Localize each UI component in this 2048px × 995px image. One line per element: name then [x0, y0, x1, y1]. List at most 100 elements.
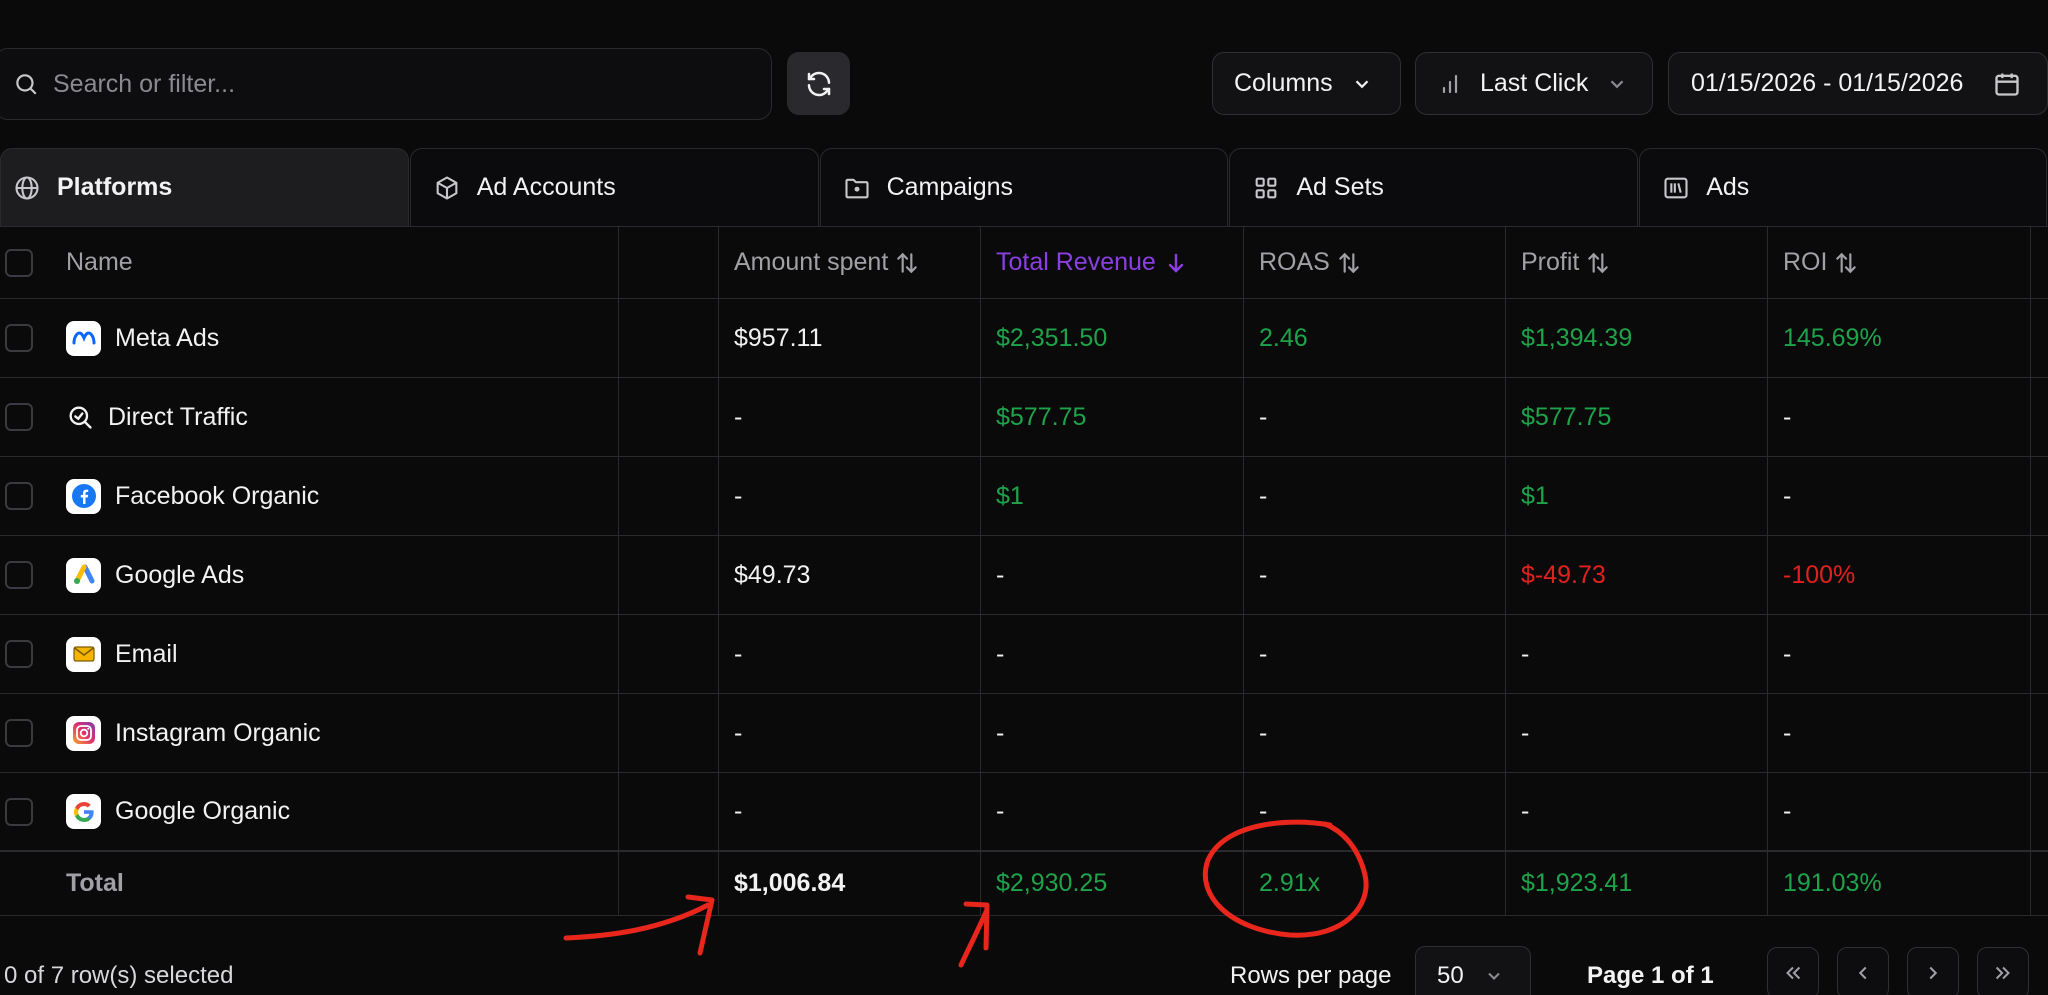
columns-button[interactable]: Columns — [1212, 52, 1401, 115]
search-field[interactable] — [0, 48, 772, 120]
total-revenue-cell: $577.75 — [996, 402, 1087, 431]
header-amount-spent[interactable]: Amount spent — [734, 227, 920, 298]
table-row[interactable]: Google Organic - - - - - — [0, 773, 2048, 852]
instagram-logo-icon — [66, 715, 101, 751]
tab-ad-sets[interactable]: Ad Sets — [1229, 148, 1639, 226]
tab-label: Ad Accounts — [476, 173, 616, 201]
previous-page-button[interactable] — [1837, 947, 1889, 995]
refresh-icon — [807, 71, 830, 96]
next-page-button[interactable] — [1907, 947, 1959, 995]
calendar-icon — [1995, 73, 2020, 96]
row-checkbox[interactable] — [5, 640, 33, 668]
profit-cell: $577.75 — [1521, 402, 1612, 431]
tab-label: Platforms — [57, 173, 173, 201]
header-total-revenue[interactable]: Total Revenue — [996, 227, 1188, 298]
first-page-button[interactable] — [1767, 947, 1819, 995]
chevron-down-icon — [1487, 972, 1500, 980]
search-icon — [16, 74, 37, 95]
table-row[interactable]: Google Ads $49.73 - - $-49.73 -100% — [0, 536, 2048, 615]
platform-name-cell: Google Organic — [66, 773, 290, 850]
roas-cell: - — [1259, 481, 1268, 510]
total-revenue: $2,930.25 — [996, 869, 1108, 897]
row-checkbox[interactable] — [5, 719, 33, 747]
roi-cell: - — [1783, 797, 1792, 825]
total-row: Total $1,006.84 $2,930.25 2.91x $1,923.4… — [0, 852, 2048, 916]
sort-icon — [1339, 252, 1359, 273]
amount-spent-cell: - — [734, 718, 743, 747]
roas-cell: - — [1259, 402, 1268, 431]
refresh-button[interactable] — [787, 52, 850, 115]
row-checkbox[interactable] — [5, 561, 33, 589]
header-roas[interactable]: ROAS — [1259, 227, 1362, 298]
platform-name: Instagram Organic — [115, 718, 321, 747]
chevron-left-icon — [1858, 966, 1867, 980]
row-checkbox[interactable] — [5, 403, 33, 431]
amount-spent-cell: - — [734, 481, 743, 510]
columns-label: Columns — [1234, 69, 1333, 97]
platform-name: Email — [115, 639, 178, 668]
table-row[interactable]: Email - - - - - — [0, 615, 2048, 694]
globe-icon — [15, 175, 39, 200]
chevron-right-icon — [1929, 966, 1938, 980]
entity-tabs: Platforms Ad Accounts Campaigns Ad Sets … — [0, 148, 2048, 226]
tab-label: Ad Sets — [1296, 173, 1384, 201]
row-checkbox[interactable] — [5, 482, 33, 510]
header-profit[interactable]: Profit — [1521, 227, 1611, 298]
table-row[interactable]: Instagram Organic - - - - - — [0, 694, 2048, 773]
header-label: Total Revenue — [996, 248, 1156, 276]
date-range-picker[interactable]: 01/15/2026 - 01/15/2026 — [1668, 52, 2048, 115]
total-revenue-cell: - — [996, 797, 1005, 825]
tab-label: Campaigns — [886, 173, 1014, 201]
annotation-arrow — [958, 909, 989, 968]
header-label: Name — [66, 248, 133, 276]
last-page-button[interactable] — [1977, 947, 2029, 995]
tab-platforms[interactable]: Platforms — [0, 148, 409, 226]
platform-name: Direct Traffic — [108, 402, 248, 431]
platform-name-cell: Direct Traffic — [66, 378, 248, 456]
total-revenue-cell: $2,351.50 — [996, 323, 1108, 352]
table-header-row: Name Amount spent Total Revenue ROAS Pro… — [0, 226, 2048, 299]
row-checkbox[interactable] — [5, 324, 33, 352]
chevrons-right-icon — [1995, 966, 2010, 980]
header-name[interactable]: Name — [66, 227, 133, 298]
selection-count: 0 of 7 row(s) selected — [4, 962, 234, 989]
table-row[interactable]: Direct Traffic - $577.75 - $577.75 - — [0, 378, 2048, 457]
roas-cell: 2.46 — [1259, 323, 1308, 352]
select-all-checkbox[interactable] — [5, 249, 33, 277]
search-input[interactable] — [53, 69, 733, 99]
profit-cell: - — [1521, 718, 1530, 747]
google-logo-icon — [66, 794, 101, 829]
header-label: ROAS — [1259, 248, 1330, 276]
roi-cell: - — [1783, 402, 1792, 431]
roas-cell: - — [1259, 718, 1268, 747]
direct-traffic-icon — [69, 406, 92, 429]
attribution-model-select[interactable]: Last Click — [1415, 52, 1653, 115]
total-label: Total — [66, 869, 124, 897]
bar-chart-icon — [1442, 74, 1458, 93]
row-checkbox[interactable] — [5, 798, 33, 826]
total-roas: 2.91x — [1259, 869, 1321, 897]
tab-campaigns[interactable]: Campaigns — [819, 148, 1229, 226]
sort-icon — [897, 252, 918, 273]
table-row[interactable]: Facebook Organic - $1 - $1 - — [0, 457, 2048, 536]
tab-label: Ads — [1706, 173, 1750, 201]
amount-spent-cell: $957.11 — [734, 323, 823, 352]
page-indicator: Page 1 of 1 — [1587, 962, 1714, 989]
header-roi[interactable]: ROI — [1783, 227, 1859, 298]
total-amount-spent: $1,006.84 — [734, 869, 846, 897]
amount-spent-cell: - — [734, 402, 743, 431]
total-profit: $1,923.41 — [1521, 869, 1633, 897]
google-ads-logo-icon — [66, 557, 101, 593]
table-row[interactable]: Meta Ads $957.11 $2,351.50 2.46 $1,394.3… — [0, 299, 2048, 378]
folder-icon — [845, 178, 869, 198]
platform-name-cell: Google Ads — [66, 536, 244, 614]
total-roi: 191.03% — [1783, 869, 1882, 897]
amount-spent-cell: - — [734, 639, 743, 668]
rows-per-page-select[interactable]: 50 — [1415, 946, 1531, 995]
tab-ad-accounts[interactable]: Ad Accounts — [409, 148, 819, 226]
tab-ads[interactable]: Ads — [1639, 148, 2047, 226]
chevron-down-icon — [1611, 79, 1624, 88]
arrow-down-icon — [1168, 253, 1184, 273]
roas-cell: - — [1259, 560, 1268, 589]
roi-cell: 145.69% — [1783, 323, 1882, 352]
